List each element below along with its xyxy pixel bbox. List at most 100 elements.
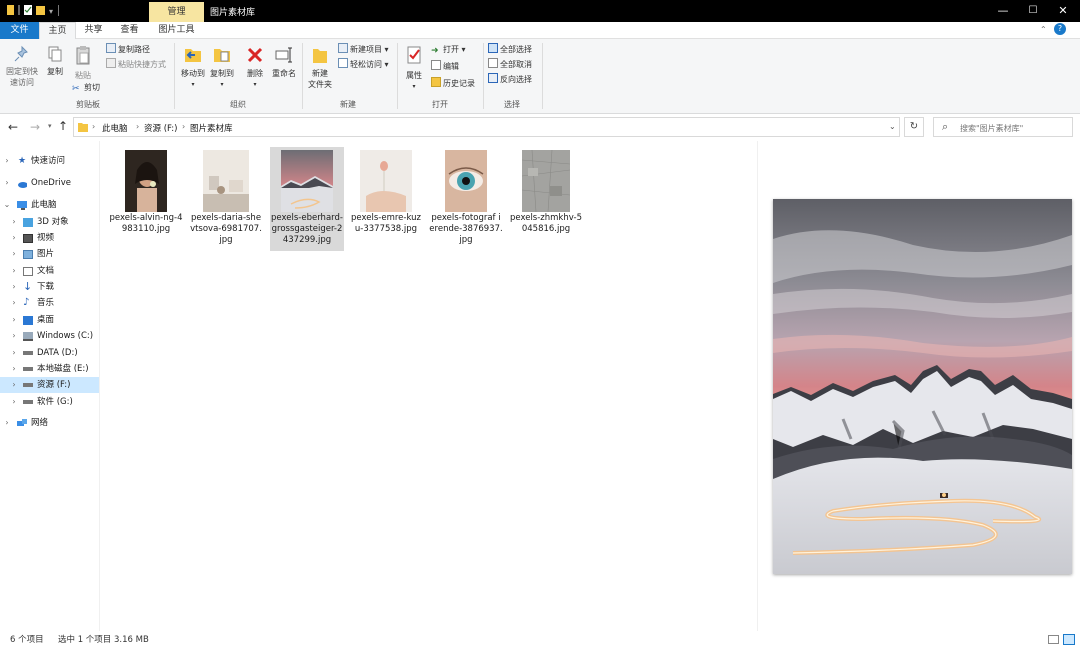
file-item-selected[interactable]: pexels-eberhard-grossgasteiger-2437299.j…	[270, 147, 344, 251]
breadcrumb-folder[interactable]: 图片素材库	[190, 122, 233, 134]
nav-downloads[interactable]: › ↓ 下载	[0, 279, 99, 295]
preview-pane	[757, 141, 1080, 631]
nav-music[interactable]: › ♪ 音乐	[0, 295, 99, 311]
file-item[interactable]: pexels-zhmkhv-5045816.jpg	[509, 147, 583, 251]
search-box[interactable]: ⌕ 搜索"图片素材库"	[933, 117, 1073, 137]
open-button[interactable]: ➜ 打开 ▾	[431, 43, 466, 56]
nav-quick-access[interactable]: › ★ 快速访问	[0, 153, 99, 169]
file-name: pexels-zhmkhv-5045816.jpg	[509, 213, 583, 234]
ribbon-collapse-icon[interactable]: ⌃	[1040, 25, 1047, 34]
picture-icon	[23, 250, 33, 259]
large-icons-view-icon[interactable]	[1063, 634, 1075, 645]
edit-button[interactable]: 编辑	[431, 60, 459, 73]
delete-icon	[247, 47, 263, 63]
tab-share[interactable]: 共享	[76, 22, 111, 39]
file-item[interactable]: pexels-emre-kuzu-3377538.jpg	[349, 147, 423, 251]
nav-desktop[interactable]: › 桌面	[0, 312, 99, 328]
select-none-button[interactable]: 全部取消	[488, 58, 532, 71]
address-bar[interactable]: › 此电脑 › 资源 (F:) › 图片素材库 ⌄	[73, 117, 900, 137]
quick-access-toolbar[interactable]: ▾	[6, 4, 66, 17]
svg-text:▾: ▾	[49, 7, 53, 16]
drive-icon	[23, 351, 33, 355]
delete-button[interactable]: 删除 ▾	[243, 45, 267, 90]
nav-network[interactable]: › 网络	[0, 415, 99, 431]
title-bar: ▾ 管理 图片素材库 — ☐ ✕	[0, 0, 1080, 22]
download-icon: ↓	[23, 280, 33, 293]
back-arrow-icon[interactable]: ←	[8, 120, 18, 134]
forward-arrow-icon[interactable]: →	[30, 120, 40, 134]
rename-icon	[275, 47, 292, 63]
search-placeholder: 搜索"图片素材库"	[960, 124, 1024, 133]
tab-file[interactable]: 文件	[0, 22, 39, 39]
nav-drive-c[interactable]: › Windows (C:)	[0, 328, 99, 344]
tab-picture-tools[interactable]: 图片工具	[149, 22, 204, 39]
nav-onedrive[interactable]: › OneDrive	[0, 175, 99, 191]
star-icon: ★	[18, 156, 27, 166]
breadcrumb-drive-f[interactable]: 资源 (F:)	[144, 122, 177, 134]
nav-drive-f[interactable]: › 资源 (F:)	[0, 377, 99, 393]
nav-drive-d[interactable]: › DATA (D:)	[0, 345, 99, 361]
properties-button[interactable]: 属性 ▾	[402, 45, 426, 92]
windows-drive-icon	[23, 332, 33, 341]
scissors-icon: ✂	[72, 84, 80, 94]
easy-access-icon	[338, 58, 348, 68]
tab-home[interactable]: 主页	[39, 22, 76, 40]
select-all-button[interactable]: 全部选择	[488, 43, 532, 56]
tab-view[interactable]: 查看	[111, 22, 148, 39]
maximize-button[interactable]: ☐	[1016, 0, 1050, 22]
file-name: pexels-alvin-ng-4983110.jpg	[109, 213, 183, 234]
paste-shortcut-button[interactable]: 粘贴快捷方式	[106, 58, 166, 71]
up-arrow-icon[interactable]: ↑	[58, 119, 68, 133]
file-item[interactable]: pexels-daria-shevtsova-6981707.jpg	[189, 147, 263, 251]
move-to-button[interactable]: 移动到 ▾	[179, 45, 207, 90]
nav-3d-objects[interactable]: › 3D 对象	[0, 214, 99, 230]
group-select-label: 选择	[504, 100, 520, 109]
address-row: ← → ▾ ↑ › 此电脑 › 资源 (F:) › 图片素材库 ⌄ ↻ ⌕ 搜索…	[0, 114, 1080, 141]
copy-to-button[interactable]: 复制到 ▾	[208, 45, 236, 90]
new-folder-icon	[313, 49, 327, 63]
rename-button[interactable]: 重命名	[269, 45, 299, 79]
preview-image	[773, 199, 1072, 574]
copy-path-button[interactable]: 复制路径	[106, 43, 150, 56]
history-button[interactable]: 历史记录	[431, 77, 475, 90]
breadcrumb-this-pc[interactable]: 此电脑	[102, 122, 128, 134]
navigation-pane: › ★ 快速访问 › OneDrive ⌄ 此电脑 › 3D 对象 › 视频 › 图片 › 文档…	[0, 141, 100, 631]
file-thumbnail	[522, 150, 570, 212]
new-folder-button[interactable]: 新建 文件夹	[305, 45, 335, 90]
invert-selection-button[interactable]: 反向选择	[488, 73, 532, 86]
new-item-button[interactable]: 新建项目 ▾	[338, 43, 389, 56]
context-tab-manage[interactable]: 管理	[149, 2, 204, 22]
pin-quick-access-button[interactable]: 固定到快 速访问	[4, 45, 40, 88]
breadcrumb-sep-icon: ›	[92, 122, 96, 131]
close-button[interactable]: ✕	[1046, 0, 1080, 22]
file-item[interactable]: pexels-alvin-ng-4983110.jpg	[109, 147, 183, 251]
folder-icon	[7, 5, 14, 15]
details-view-icon[interactable]	[1048, 635, 1059, 644]
help-icon[interactable]: ?	[1054, 23, 1066, 35]
folder-icon	[78, 123, 88, 132]
address-dropdown-icon[interactable]: ⌄	[889, 122, 896, 131]
nav-drive-g[interactable]: › 软件 (G:)	[0, 394, 99, 410]
cut-button[interactable]: ✂ 剪切	[72, 81, 100, 94]
minimize-button[interactable]: —	[986, 0, 1020, 22]
paste-button[interactable]: 粘贴	[70, 45, 96, 81]
nav-documents[interactable]: › 文档	[0, 263, 99, 279]
nav-pictures[interactable]: › 图片	[0, 246, 99, 262]
nav-this-pc[interactable]: ⌄ 此电脑	[0, 197, 99, 213]
file-item[interactable]: pexels-fotograf ierende-3876937.jpg	[429, 147, 503, 251]
file-thumbnail	[445, 150, 487, 212]
drive-icon	[23, 400, 33, 404]
recent-chevron-icon[interactable]: ▾	[48, 122, 52, 130]
nav-videos[interactable]: › 视频	[0, 230, 99, 246]
pin-icon	[14, 45, 28, 62]
breadcrumb-sep-icon: ›	[136, 122, 140, 131]
nav-drive-e[interactable]: › 本地磁盘 (E:)	[0, 361, 99, 377]
computer-icon	[17, 201, 27, 210]
refresh-icon[interactable]: ↻	[904, 117, 924, 137]
film-icon	[23, 234, 33, 243]
file-thumbnail	[125, 150, 167, 212]
copy-path-icon	[106, 43, 116, 53]
file-name: pexels-eberhard-grossgasteiger-2437299.j…	[271, 213, 343, 245]
copy-button[interactable]: 复制	[42, 45, 68, 77]
easy-access-button[interactable]: 轻松访问 ▾	[338, 58, 389, 71]
